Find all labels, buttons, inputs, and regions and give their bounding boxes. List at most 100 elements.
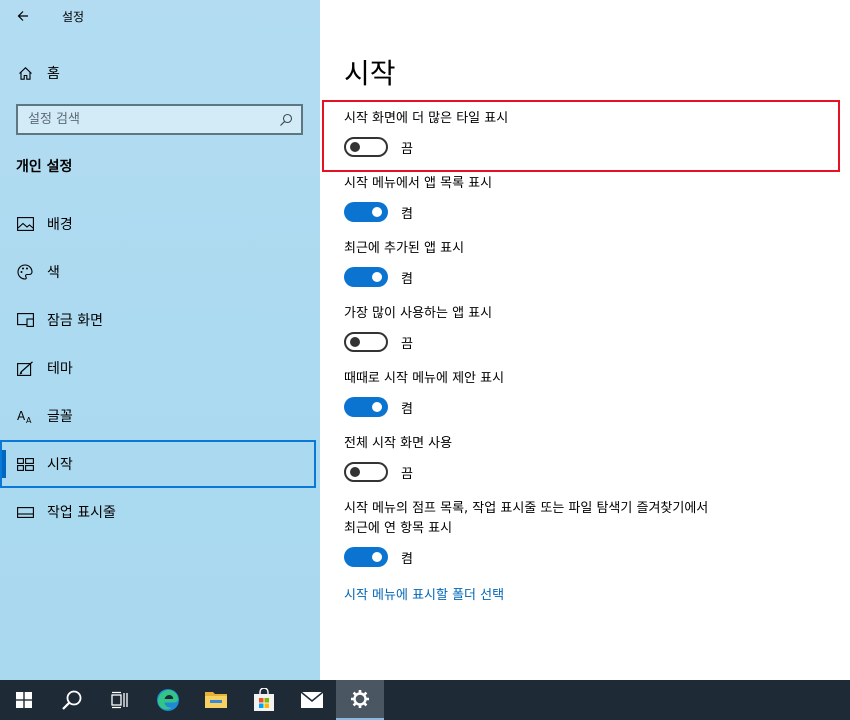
setting-caption: 가장 많이 사용하는 앱 표시 [344, 306, 493, 321]
setting-most-used: 가장 많이 사용하는 앱 표시 끔 [344, 304, 492, 352]
toggle-knob [372, 402, 382, 412]
lock-screen-icon [16, 312, 34, 328]
windows-start-icon [16, 692, 32, 708]
back-button[interactable] [0, 0, 46, 32]
window-title: 설정 [62, 9, 85, 24]
toggle-switch[interactable] [344, 137, 388, 157]
setting-caption: 때때로 시작 메뉴에 제안 표시 [344, 371, 505, 386]
toggle-switch[interactable] [344, 332, 388, 352]
palette-icon [16, 264, 34, 280]
settings-gear-icon [351, 690, 369, 708]
setting-caption-line1: 시작 메뉴의 점프 목록, 작업 표시줄 또는 파일 탐색기 즐겨찾기에서 [344, 501, 709, 516]
edge-button[interactable] [144, 680, 192, 720]
store-icon [254, 688, 274, 711]
sidebar-item-lock-screen[interactable]: 잠금 화면 [0, 296, 320, 344]
sidebar-item-label: 잠금 화면 [47, 313, 103, 329]
sidebar-item-label: 색 [47, 265, 60, 281]
theme-icon [16, 360, 34, 376]
toggle-row: 끔 [344, 332, 492, 352]
sidebar-item-start[interactable]: 시작 [0, 440, 316, 488]
toggle-state-label: 끔 [401, 141, 413, 157]
home-nav-item[interactable]: 홈 [0, 56, 320, 90]
mail-button[interactable] [288, 680, 336, 720]
search-icon[interactable] [271, 113, 301, 127]
home-icon [17, 65, 33, 81]
search-input[interactable] [18, 106, 271, 133]
sidebar-item-label: 작업 표시줄 [47, 505, 116, 521]
settings-button[interactable] [336, 680, 384, 720]
page-title: 시작 [344, 57, 396, 90]
setting-caption-line2: 최근에 연 항목 표시 [344, 521, 453, 536]
setting-more-tiles: 시작 화면에 더 많은 타일 표시 끔 [344, 109, 508, 157]
toggle-knob [350, 467, 360, 477]
toggle-state-label: 켬 [401, 551, 413, 567]
taskbar-icon [16, 504, 34, 520]
toggle-switch[interactable] [344, 547, 388, 567]
search-button[interactable] [48, 680, 96, 720]
sidebar-item-taskbar[interactable]: 작업 표시줄 [0, 488, 320, 536]
windows-start-button[interactable] [0, 680, 48, 720]
task-view-icon [111, 691, 128, 709]
main-content: 시작 시작 화면에 더 많은 타일 표시 끔 시작 메뉴에서 앱 목록 표시 켬… [320, 0, 850, 680]
taskbar [0, 680, 850, 720]
toggle-switch[interactable] [344, 202, 388, 222]
toggle-knob [372, 552, 382, 562]
back-arrow-icon [17, 11, 28, 21]
title-bar: 설정 [0, 0, 320, 32]
setting-caption: 시작 화면에 더 많은 타일 표시 [344, 111, 509, 126]
toggle-switch[interactable] [344, 267, 388, 287]
search-icon [62, 690, 82, 710]
setting-full-screen: 전체 시작 화면 사용 끔 [344, 434, 452, 482]
toggle-row: 켬 [344, 202, 492, 222]
choose-folders-link[interactable]: 시작 메뉴에 표시할 폴더 선택 [344, 584, 504, 603]
setting-app-list: 시작 메뉴에서 앱 목록 표시 켬 [344, 174, 492, 222]
sidebar: 설정 홈 개인 설정 배경 색 잠금 화면 [0, 0, 320, 680]
toggle-switch[interactable] [344, 462, 388, 482]
sidebar-item-themes[interactable]: 테마 [0, 344, 320, 392]
sidebar-item-color[interactable]: 색 [0, 248, 320, 296]
sidebar-item-label: 글꼴 [47, 409, 73, 425]
setting-recent-items: 시작 메뉴의 점프 목록, 작업 표시줄 또는 파일 탐색기 즐겨찾기에서 최근… [344, 499, 708, 567]
sidebar-item-label: 테마 [47, 361, 73, 377]
setting-caption: 전체 시작 화면 사용 [344, 436, 453, 451]
setting-caption: 시작 메뉴에서 앱 목록 표시 [344, 176, 493, 191]
toggle-row: 켬 [344, 547, 708, 567]
toggle-knob [350, 142, 360, 152]
toggle-row: 켬 [344, 397, 504, 417]
home-label: 홈 [47, 66, 60, 82]
section-title: 개인 설정 [16, 159, 73, 175]
sidebar-item-background[interactable]: 배경 [0, 200, 320, 248]
setting-recently-added: 최근에 추가된 앱 표시 켬 [344, 239, 464, 287]
toggle-state-label: 켬 [401, 401, 413, 417]
selection-indicator [2, 450, 6, 478]
toggle-knob [350, 337, 360, 347]
svg-text:A: A [17, 409, 26, 423]
toggle-knob [372, 207, 382, 217]
toggle-state-label: 끔 [401, 466, 413, 482]
edge-icon [157, 689, 179, 711]
file-explorer-icon [205, 692, 227, 708]
settings-search-box[interactable] [16, 104, 303, 135]
toggle-knob [372, 272, 382, 282]
store-button[interactable] [240, 680, 288, 720]
toggle-switch[interactable] [344, 397, 388, 417]
setting-suggestions: 때때로 시작 메뉴에 제안 표시 켬 [344, 369, 504, 417]
setting-caption: 최근에 추가된 앱 표시 [344, 241, 465, 256]
toggle-state-label: 켬 [401, 206, 413, 222]
toggle-state-label: 끔 [401, 336, 413, 352]
sidebar-item-label: 시작 [47, 457, 73, 473]
picture-icon [16, 216, 34, 232]
toggle-state-label: 켬 [401, 271, 413, 287]
toggle-row: 끔 [344, 137, 508, 157]
toggle-row: 끔 [344, 462, 452, 482]
sidebar-item-fonts[interactable]: AA 글꼴 [0, 392, 320, 440]
toggle-row: 켬 [344, 267, 464, 287]
task-view-button[interactable] [96, 680, 144, 720]
font-icon: AA [16, 408, 34, 424]
svg-text:A: A [26, 416, 32, 424]
file-explorer-button[interactable] [192, 680, 240, 720]
personalization-nav: 배경 색 잠금 화면 테마 AA 글꼴 시작 작업 표시줄 [0, 200, 320, 536]
start-icon [16, 456, 34, 472]
sidebar-item-label: 배경 [47, 217, 73, 233]
mail-icon [300, 691, 324, 708]
